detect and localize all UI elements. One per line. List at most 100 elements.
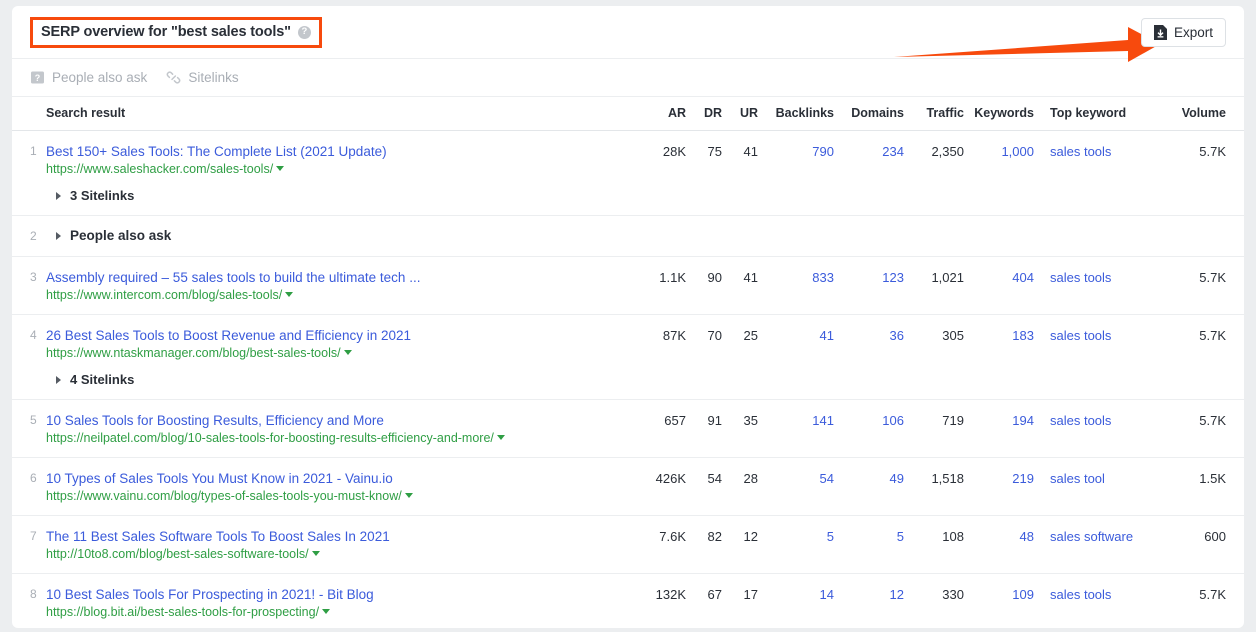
table-row: 8 10 Best Sales Tools For Prospecting in … [12, 573, 1244, 628]
cell-keywords[interactable]: 1,000 [964, 130, 1034, 216]
cell-backlinks[interactable]: 790 [758, 130, 834, 216]
cell-keywords[interactable]: 109 [964, 573, 1034, 628]
column-backlinks[interactable]: Backlinks [758, 97, 834, 131]
cell-traffic: 719 [904, 399, 964, 458]
cell-backlinks[interactable]: 54 [758, 457, 834, 516]
column-volume[interactable]: Volume [1166, 97, 1244, 131]
cell-backlinks[interactable]: 14 [758, 573, 834, 628]
search-result-cell: The 11 Best Sales Software Tools To Boos… [46, 515, 640, 574]
cell-keywords[interactable]: 194 [964, 399, 1034, 458]
cell-top-keyword[interactable]: sales tool [1034, 457, 1166, 516]
column-traffic[interactable]: Traffic [904, 97, 964, 131]
expand-triangle-icon[interactable] [56, 191, 61, 200]
search-result-cell: 10 Types of Sales Tools You Must Know in… [46, 457, 640, 516]
column-ur[interactable]: UR [722, 97, 758, 131]
cell-keywords[interactable]: 48 [964, 515, 1034, 574]
cell-top-keyword[interactable]: sales software [1034, 515, 1166, 574]
result-title-link[interactable]: Best 150+ Sales Tools: The Complete List… [46, 143, 640, 160]
result-title-link[interactable]: 10 Best Sales Tools For Prospecting in 2… [46, 586, 640, 603]
cell-volume: 5.7K [1166, 399, 1244, 458]
cell-domains[interactable]: 234 [834, 130, 904, 216]
page-title: SERP overview for "best sales tools" [41, 24, 291, 40]
cell-ur: 41 [722, 256, 758, 315]
result-url[interactable]: http://10to8.com/blog/best-sales-softwar… [46, 546, 640, 562]
result-url[interactable]: https://www.intercom.com/blog/sales-tool… [46, 287, 640, 303]
people-also-ask-row[interactable]: People also ask [46, 215, 1244, 257]
search-result-cell: 26 Best Sales Tools to Boost Revenue and… [46, 314, 640, 400]
chevron-down-icon[interactable] [285, 292, 294, 297]
chevron-down-icon[interactable] [343, 350, 352, 355]
column-domains[interactable]: Domains [834, 97, 904, 131]
cell-traffic: 1,021 [904, 256, 964, 315]
table-row: 3 Assembly required – 55 sales tools to b… [12, 256, 1244, 315]
filter-sitelinks[interactable]: Sitelinks [166, 70, 239, 85]
table-row: 6 10 Types of Sales Tools You Must Know i… [12, 457, 1244, 516]
help-icon[interactable]: ? [297, 25, 311, 39]
search-result-cell: Best 150+ Sales Tools: The Complete List… [46, 130, 640, 216]
column-ar[interactable]: AR [640, 97, 686, 131]
sitelinks-toggle[interactable]: 4 Sitelinks [46, 372, 640, 388]
cell-domains[interactable]: 12 [834, 573, 904, 628]
search-result-cell: Assembly required – 55 sales tools to bu… [46, 256, 640, 315]
row-rank: 8 [12, 573, 46, 628]
cell-keywords[interactable]: 219 [964, 457, 1034, 516]
filter-people-also-ask[interactable]: ? People also ask [30, 70, 147, 85]
cell-ur: 25 [722, 314, 758, 400]
cell-domains[interactable]: 49 [834, 457, 904, 516]
cell-top-keyword[interactable]: sales tools [1034, 399, 1166, 458]
cell-dr: 90 [686, 256, 722, 315]
expand-triangle-icon[interactable] [56, 375, 61, 384]
cell-top-keyword[interactable]: sales tools [1034, 314, 1166, 400]
column-top-keyword[interactable]: Top keyword [1034, 97, 1166, 131]
column-rank [12, 97, 46, 131]
cell-ur: 28 [722, 457, 758, 516]
filter-people-also-ask-label: People also ask [52, 70, 148, 85]
export-button[interactable]: Export [1140, 18, 1226, 47]
result-title-link[interactable]: The 11 Best Sales Software Tools To Boos… [46, 528, 640, 545]
cell-backlinks[interactable]: 5 [758, 515, 834, 574]
cell-top-keyword[interactable]: sales tools [1034, 573, 1166, 628]
result-url[interactable]: https://www.saleshacker.com/sales-tools/ [46, 161, 640, 177]
chevron-down-icon[interactable] [322, 609, 331, 614]
cell-ar: 426K [640, 457, 686, 516]
cell-domains[interactable]: 36 [834, 314, 904, 400]
result-title-link[interactable]: 26 Best Sales Tools to Boost Revenue and… [46, 327, 640, 344]
chevron-down-icon[interactable] [404, 493, 413, 498]
cell-keywords[interactable]: 183 [964, 314, 1034, 400]
chevron-down-icon[interactable] [311, 551, 320, 556]
cell-top-keyword[interactable]: sales tools [1034, 130, 1166, 216]
cell-backlinks[interactable]: 41 [758, 314, 834, 400]
sitelinks-toggle[interactable]: 3 Sitelinks [46, 188, 640, 204]
cell-domains[interactable]: 123 [834, 256, 904, 315]
svg-text:?: ? [35, 73, 41, 83]
result-url[interactable]: https://blog.bit.ai/best-sales-tools-for… [46, 604, 640, 620]
cell-domains[interactable]: 106 [834, 399, 904, 458]
column-dr[interactable]: DR [686, 97, 722, 131]
cell-domains[interactable]: 5 [834, 515, 904, 574]
serp-feature-filters: ? People also ask Sitelinks [12, 59, 1244, 97]
chevron-down-icon[interactable] [276, 166, 285, 171]
cell-ar: 7.6K [640, 515, 686, 574]
table-row: 7 The 11 Best Sales Software Tools To Boo… [12, 515, 1244, 574]
cell-ar: 1.1K [640, 256, 686, 315]
cell-backlinks[interactable]: 141 [758, 399, 834, 458]
chevron-down-icon[interactable] [496, 435, 505, 440]
cell-keywords[interactable]: 404 [964, 256, 1034, 315]
expand-triangle-icon[interactable] [56, 231, 61, 240]
cell-traffic: 330 [904, 573, 964, 628]
result-url[interactable]: https://neilpatel.com/blog/10-sales-tool… [46, 430, 640, 446]
result-url[interactable]: https://www.vainu.com/blog/types-of-sale… [46, 488, 640, 504]
cell-volume: 5.7K [1166, 256, 1244, 315]
cell-volume: 5.7K [1166, 573, 1244, 628]
cell-ur: 17 [722, 573, 758, 628]
search-result-cell: 10 Best Sales Tools For Prospecting in 2… [46, 573, 640, 628]
cell-ar: 657 [640, 399, 686, 458]
result-title-link[interactable]: 10 Types of Sales Tools You Must Know in… [46, 470, 640, 487]
result-title-link[interactable]: Assembly required – 55 sales tools to bu… [46, 269, 640, 286]
result-url[interactable]: https://www.ntaskmanager.com/blog/best-s… [46, 345, 640, 361]
filter-sitelinks-label: Sitelinks [188, 70, 239, 85]
column-keywords[interactable]: Keywords [964, 97, 1034, 131]
cell-backlinks[interactable]: 833 [758, 256, 834, 315]
result-title-link[interactable]: 10 Sales Tools for Boosting Results, Eff… [46, 412, 640, 429]
cell-top-keyword[interactable]: sales tools [1034, 256, 1166, 315]
